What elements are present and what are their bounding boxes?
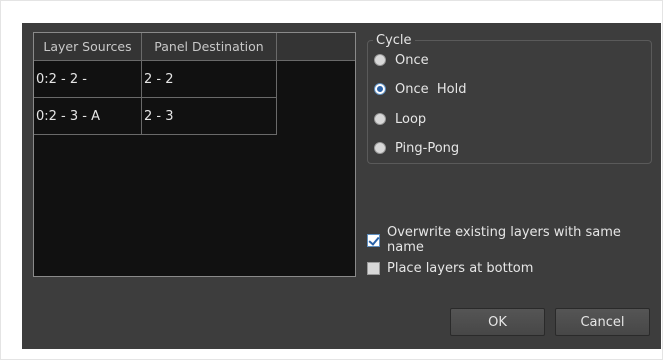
radio-once[interactable]: Once (374, 52, 429, 68)
cell-layer-source[interactable]: 0:2 - 3 - A (34, 98, 142, 135)
radio-button-icon[interactable] (374, 54, 386, 66)
radio-once-hold[interactable]: Once Hold (374, 81, 466, 97)
radio-label: Once (395, 52, 429, 68)
column-header-layer-sources[interactable]: Layer Sources (34, 33, 142, 61)
place-at-bottom-checkbox[interactable]: Place layers at bottom (367, 260, 533, 276)
radio-button-selected-icon[interactable] (374, 83, 386, 95)
table-row[interactable]: 0:2 - 2 - 2 - 2 (34, 61, 277, 98)
layer-mapping-table[interactable]: Layer Sources Panel Destination 0:2 - 2 … (33, 32, 356, 277)
cell-layer-source[interactable]: 0:2 - 2 - (34, 61, 142, 98)
radio-button-icon[interactable] (374, 113, 386, 125)
table-row[interactable]: 0:2 - 3 - A 2 - 3 (34, 98, 277, 135)
cell-panel-destination[interactable]: 2 - 3 (142, 98, 277, 135)
checkbox-unchecked-icon[interactable] (367, 261, 380, 275)
checkbox-label: Overwrite existing layers with same name (387, 225, 621, 255)
ok-button[interactable]: OK (450, 308, 545, 336)
radio-label: Loop (395, 111, 427, 127)
checkbox-label: Place layers at bottom (387, 260, 534, 276)
radio-loop[interactable]: Loop (374, 111, 426, 127)
radio-ping-pong[interactable]: Ping-Pong (374, 140, 459, 156)
import-layers-dialog: Layer Sources Panel Destination 0:2 - 2 … (22, 23, 661, 349)
radio-label: Once Hold (395, 81, 467, 97)
radio-label: Ping-Pong (395, 140, 460, 156)
column-header-panel-destination[interactable]: Panel Destination (142, 33, 277, 61)
radio-button-icon[interactable] (374, 142, 386, 154)
table-header: Layer Sources Panel Destination (34, 33, 355, 61)
cycle-group-title: Cycle (373, 33, 415, 48)
checkbox-checked-icon[interactable] (367, 233, 380, 247)
cancel-button[interactable]: Cancel (555, 308, 650, 336)
column-header-empty (277, 33, 355, 61)
screenshot-frame: Layer Sources Panel Destination 0:2 - 2 … (0, 0, 663, 360)
overwrite-existing-checkbox[interactable]: Overwrite existing layers with same name (367, 225, 661, 255)
cell-panel-destination[interactable]: 2 - 2 (142, 61, 277, 98)
